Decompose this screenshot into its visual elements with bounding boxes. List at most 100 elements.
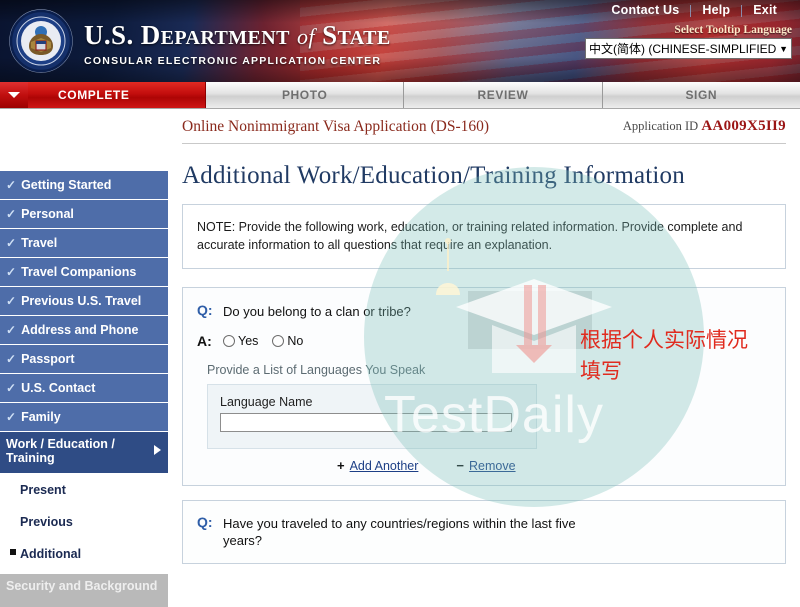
- triangle-down-icon: [8, 92, 20, 98]
- sidebar-item-previous-us-travel[interactable]: ✓ Previous U.S. Travel: [0, 287, 168, 316]
- sidebar-item-label: Work / Education / Training: [6, 437, 115, 465]
- page-title: Additional Work/Education/Training Infor…: [182, 162, 685, 189]
- brand-tate: TATE: [337, 27, 391, 49]
- sidebar-item-label: Travel: [21, 236, 58, 250]
- radio-label-no: No: [287, 334, 304, 348]
- check-icon: ✓: [6, 207, 17, 221]
- radio-button-yes[interactable]: [223, 335, 235, 347]
- brand-line-2: CONSULAR ELECTRONIC APPLICATION CENTER: [84, 55, 382, 67]
- sidebar-item-label: U.S. Contact: [21, 381, 96, 395]
- language-actions: + Add Another − Remove: [337, 458, 771, 473]
- check-icon: ✓: [6, 352, 17, 366]
- radio-option-yes[interactable]: Yes: [223, 334, 258, 348]
- sidebar-item-address-and-phone[interactable]: ✓ Address and Phone: [0, 316, 168, 345]
- plus-icon: +: [337, 458, 345, 473]
- sidebar-item-family[interactable]: ✓ Family: [0, 403, 168, 432]
- sidebar-item-label: Travel Companions: [21, 265, 137, 279]
- remove-link[interactable]: − Remove: [456, 458, 515, 473]
- tooltip-language-control: Select Tooltip Language 中文(简体) (CHINESE-…: [585, 24, 792, 59]
- application-header: Online Nonimmigrant Visa Application (DS…: [182, 109, 786, 139]
- sidebar-item-label: Family: [21, 410, 61, 424]
- us-department-of-state-seal-icon: [8, 8, 74, 74]
- nav-divider-1: [690, 4, 692, 17]
- minus-icon: −: [456, 458, 464, 473]
- radio-button-no[interactable]: [272, 335, 285, 347]
- sidebar-item-personal[interactable]: ✓ Personal: [0, 200, 168, 229]
- tab-photo[interactable]: PHOTO: [206, 82, 405, 108]
- answer-label: A:: [197, 333, 212, 349]
- watermark-grey-block: [468, 291, 592, 349]
- language-name-input[interactable]: [220, 413, 512, 432]
- sidebar-subitem-present[interactable]: Present: [0, 474, 168, 506]
- nav-divider-2: [741, 4, 743, 17]
- help-link[interactable]: Help: [691, 0, 741, 21]
- top-navigation: Contact Us Help Exit: [600, 0, 800, 21]
- language-name-label: Language Name: [220, 395, 313, 409]
- navigation-sidebar: ✓ Getting Started ✓ Personal ✓ Travel ✓ …: [0, 109, 168, 607]
- header-divider: [182, 143, 786, 144]
- check-icon: ✓: [6, 178, 17, 192]
- form-title: Online Nonimmigrant Visa Application (DS…: [182, 117, 490, 135]
- sidebar-item-us-contact[interactable]: ✓ U.S. Contact: [0, 374, 168, 403]
- sidebar-item-label: Passport: [21, 352, 75, 366]
- brand-line-1: U.S. DEPARTMENT of STATE: [84, 22, 391, 49]
- brand-s: S: [322, 20, 338, 50]
- sidebar-item-getting-started[interactable]: ✓ Getting Started: [0, 171, 168, 200]
- tooltip-language-value: 中文(简体) (CHINESE-SIMPLIFIED): [589, 42, 777, 56]
- sidebar-item-work-education-training[interactable]: Work / Education / Training: [0, 432, 168, 474]
- chevron-down-icon: ▼: [779, 43, 788, 54]
- sidebar-subitem-label: Additional: [20, 547, 82, 561]
- tab-sign[interactable]: SIGN: [603, 82, 800, 108]
- check-icon: ✓: [6, 410, 17, 424]
- sidebar-subitem-label: Present: [20, 483, 66, 497]
- contact-us-link[interactable]: Contact Us: [600, 0, 690, 21]
- sidebar-item-label: Previous U.S. Travel: [21, 294, 142, 308]
- check-icon: ✓: [6, 294, 17, 308]
- sidebar-item-label: Personal: [21, 207, 74, 221]
- application-id-value: AA009X5II9: [701, 118, 786, 134]
- sidebar-item-travel-companions[interactable]: ✓ Travel Companions: [0, 258, 168, 287]
- brand-us-d: U.S. D: [84, 20, 161, 50]
- check-icon: ✓: [6, 381, 17, 395]
- chinese-annotation: 根据个人实际情况填写: [580, 328, 748, 383]
- question-row: Q: Have you traveled to any countries/re…: [197, 514, 771, 549]
- sidebar-subitem-label: Previous: [20, 515, 73, 529]
- exit-link[interactable]: Exit: [742, 0, 788, 21]
- tooltip-language-select[interactable]: 中文(简体) (CHINESE-SIMPLIFIED) ▼: [585, 38, 792, 59]
- tab-complete[interactable]: COMPLETE: [28, 82, 206, 108]
- question-block-travel: Q: Have you traveled to any countries/re…: [182, 500, 786, 564]
- selected-bullet-icon: [10, 549, 16, 555]
- add-another-link[interactable]: + Add Another: [337, 458, 418, 473]
- radio-option-no[interactable]: No: [272, 334, 303, 348]
- triangle-right-icon: [154, 445, 161, 455]
- language-entry-panel: Language Name: [207, 384, 537, 449]
- sidebar-subitem-previous[interactable]: Previous: [0, 506, 168, 538]
- ceac-ds160-page: Contact Us Help Exit U.S. DEPARTMENT of …: [0, 0, 800, 607]
- radio-label-yes: Yes: [238, 334, 259, 348]
- brand-title: U.S. DEPARTMENT of STATE CONSULAR ELECTR…: [84, 22, 391, 68]
- sidebar-item-security-and-background[interactable]: Security and Background: [0, 574, 168, 607]
- sidebar-item-travel[interactable]: ✓ Travel: [0, 229, 168, 258]
- question-label: Q:: [197, 302, 213, 318]
- brand-epartment: EPARTMENT: [160, 27, 290, 49]
- site-banner: Contact Us Help Exit U.S. DEPARTMENT of …: [0, 0, 800, 82]
- sidebar-item-label: Getting Started: [21, 178, 112, 192]
- main-content: TestDaily Online Nonimmigrant Visa Appli…: [168, 109, 800, 607]
- check-icon: ✓: [6, 265, 17, 279]
- question-text: Do you belong to a clan or tribe?: [223, 304, 411, 319]
- progress-tabs: COMPLETE PHOTO REVIEW SIGN: [0, 82, 800, 109]
- note-box: NOTE: Provide the following work, educat…: [182, 204, 786, 269]
- tab-caret-indicator: [0, 82, 28, 108]
- check-icon: ✓: [6, 323, 17, 337]
- page-body: ✓ Getting Started ✓ Personal ✓ Travel ✓ …: [0, 109, 800, 607]
- tab-review[interactable]: REVIEW: [404, 82, 603, 108]
- add-another-label: Add Another: [349, 458, 419, 473]
- application-id-label: Application ID: [622, 119, 699, 133]
- remove-label: Remove: [469, 458, 516, 473]
- sidebar-item-passport[interactable]: ✓ Passport: [0, 345, 168, 374]
- question-label: Q:: [197, 514, 213, 530]
- sidebar-subitem-additional[interactable]: Additional: [0, 538, 168, 570]
- application-id: Application ID AA009X5II9: [623, 118, 786, 135]
- brand-of: of: [297, 24, 315, 49]
- sidebar-item-label: Address and Phone: [21, 323, 139, 337]
